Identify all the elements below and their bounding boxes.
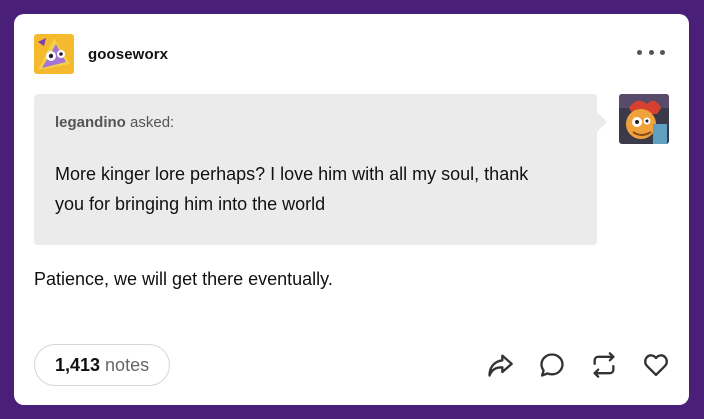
- notes-button[interactable]: 1,413 notes: [34, 344, 171, 386]
- more-menu-icon[interactable]: [637, 44, 665, 60]
- asker-name[interactable]: legandino: [55, 114, 126, 131]
- post-answer: Patience, we will get there eventually.: [34, 269, 333, 289]
- heart-icon[interactable]: [641, 350, 671, 380]
- asker-avatar[interactable]: [619, 94, 669, 144]
- more-dot: [637, 49, 642, 55]
- notes-count: 1,413: [55, 354, 101, 375]
- reblog-icon[interactable]: [589, 350, 619, 380]
- post-header: gooseworx: [34, 34, 168, 74]
- asked-label: asked:: [130, 114, 175, 131]
- notes-label: notes: [105, 354, 150, 375]
- post-actions: [463, 350, 671, 380]
- more-dot: [648, 49, 654, 55]
- asker-line: legandino asked:: [55, 114, 576, 131]
- reply-icon[interactable]: [537, 350, 567, 380]
- more-dot: [660, 49, 665, 55]
- post-card: gooseworx legandino asked: More kinger l…: [14, 14, 689, 405]
- share-icon[interactable]: [485, 350, 515, 380]
- ask-question: More kinger lore perhaps? I love him wit…: [55, 164, 529, 214]
- ask-box: legandino asked: More kinger lore perhap…: [34, 94, 607, 245]
- blog-avatar[interactable]: [34, 34, 74, 74]
- blog-username[interactable]: gooseworx: [88, 46, 168, 63]
